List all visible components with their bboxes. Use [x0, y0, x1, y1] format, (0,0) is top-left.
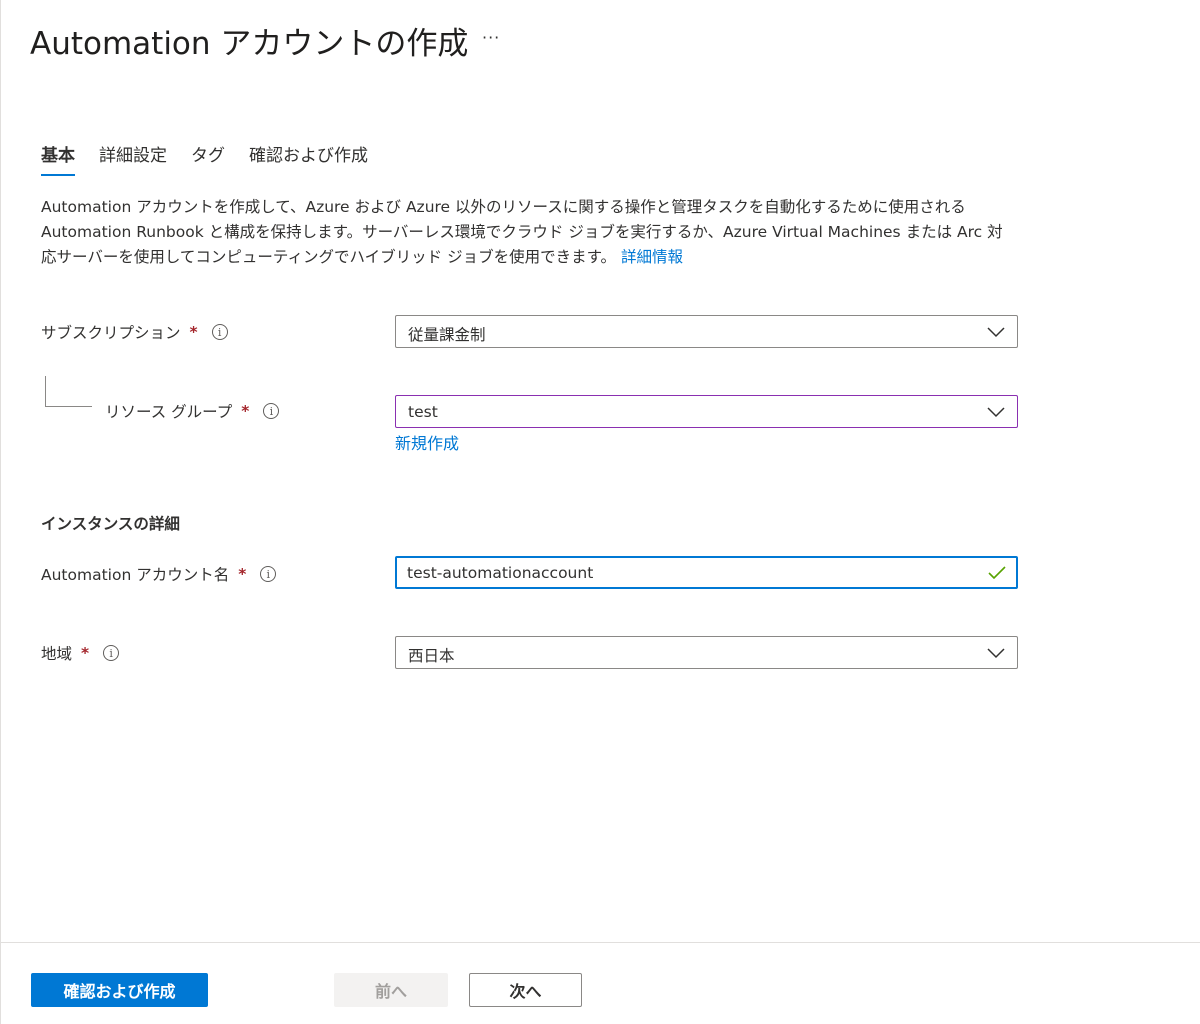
- subscription-label: サブスクリプション * i: [41, 321, 228, 343]
- instance-details-heading: インスタンスの詳細: [41, 515, 180, 533]
- resource-group-label: リソース グループ * i: [105, 400, 280, 422]
- region-value: 西日本: [408, 647, 455, 665]
- footer-divider: [0, 942, 1200, 943]
- description-line-2: Automation Runbook と構成を保持します。サーバーレス環境でクラ…: [41, 223, 1003, 241]
- tab-basics[interactable]: 基本: [41, 141, 75, 176]
- tab-advanced[interactable]: 詳細設定: [99, 141, 167, 176]
- info-icon[interactable]: i: [103, 645, 120, 661]
- subscription-label-text: サブスクリプション: [41, 324, 181, 342]
- info-icon[interactable]: i: [263, 403, 280, 419]
- region-dropdown[interactable]: 西日本: [395, 636, 1018, 669]
- subscription-value: 従量課金制: [408, 326, 486, 344]
- description: Automation アカウントを作成して、Azure および Azure 以外…: [41, 195, 1031, 270]
- resource-group-dropdown[interactable]: test: [395, 395, 1018, 428]
- page-title: Automation アカウントの作成: [30, 26, 469, 62]
- create-new-resource-group-link[interactable]: 新規作成: [395, 430, 459, 454]
- chevron-down-icon: [987, 648, 1005, 659]
- account-name-label-text: Automation アカウント名: [41, 566, 230, 584]
- required-marker: *: [81, 644, 90, 662]
- panel-left-border: [0, 0, 1, 1024]
- required-marker: *: [189, 323, 198, 341]
- account-name-field[interactable]: [395, 556, 1018, 589]
- checkmark-icon: [988, 566, 1006, 580]
- tab-review-create[interactable]: 確認および作成: [249, 141, 368, 176]
- tab-tags[interactable]: タグ: [191, 141, 225, 176]
- subscription-dropdown[interactable]: 従量課金制: [395, 315, 1018, 348]
- region-label: 地域 * i: [41, 642, 120, 664]
- required-marker: *: [241, 402, 250, 420]
- description-line-1: Automation アカウントを作成して、Azure および Azure 以外…: [41, 198, 966, 216]
- region-label-text: 地域: [41, 645, 73, 663]
- account-name-input[interactable]: [407, 563, 967, 583]
- tree-connector: [45, 376, 46, 407]
- review-create-button[interactable]: 確認および作成: [31, 973, 208, 1007]
- required-marker: *: [238, 565, 247, 583]
- resource-group-value: test: [408, 403, 438, 421]
- chevron-down-icon: [987, 407, 1005, 418]
- info-icon[interactable]: i: [211, 324, 228, 340]
- resource-group-label-text: リソース グループ: [105, 403, 233, 421]
- account-name-label: Automation アカウント名 * i: [41, 563, 277, 585]
- chevron-down-icon: [987, 327, 1005, 338]
- tree-connector-horizontal: [45, 406, 92, 407]
- info-icon[interactable]: i: [260, 566, 277, 582]
- learn-more-link[interactable]: 詳細情報: [621, 248, 683, 266]
- tab-bar: 基本 詳細設定 タグ 確認および作成: [41, 141, 392, 176]
- next-button[interactable]: 次へ: [469, 973, 582, 1007]
- more-options-button[interactable]: ···: [482, 28, 500, 47]
- description-line-3: 応サーバーを使用してコンピューティングでハイブリッド ジョブを使用できます。: [41, 248, 617, 266]
- previous-button[interactable]: 前へ: [334, 973, 448, 1007]
